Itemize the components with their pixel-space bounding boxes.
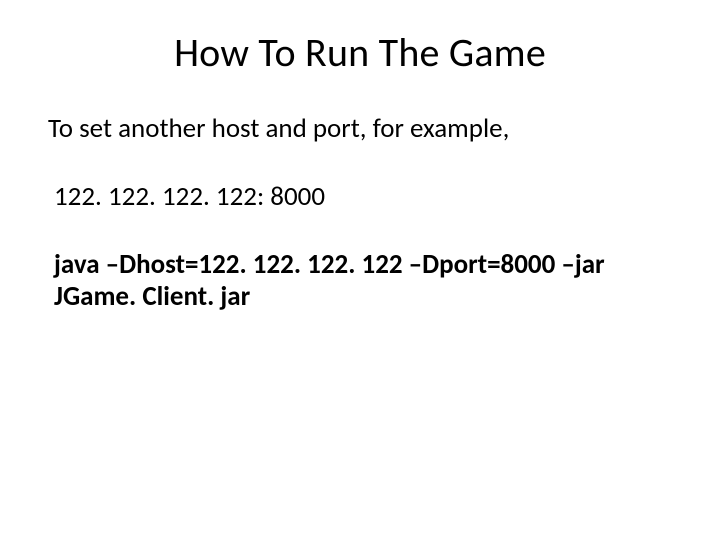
slide-title: How To Run The Game: [48, 28, 672, 77]
example-address: 122. 122. 122. 122: 8000: [48, 180, 672, 213]
intro-text: To set another host and port, for exampl…: [48, 113, 672, 144]
command-text: java –Dhost=122. 122. 122. 122 –Dport=80…: [48, 249, 672, 314]
slide: How To Run The Game To set another host …: [0, 0, 720, 540]
